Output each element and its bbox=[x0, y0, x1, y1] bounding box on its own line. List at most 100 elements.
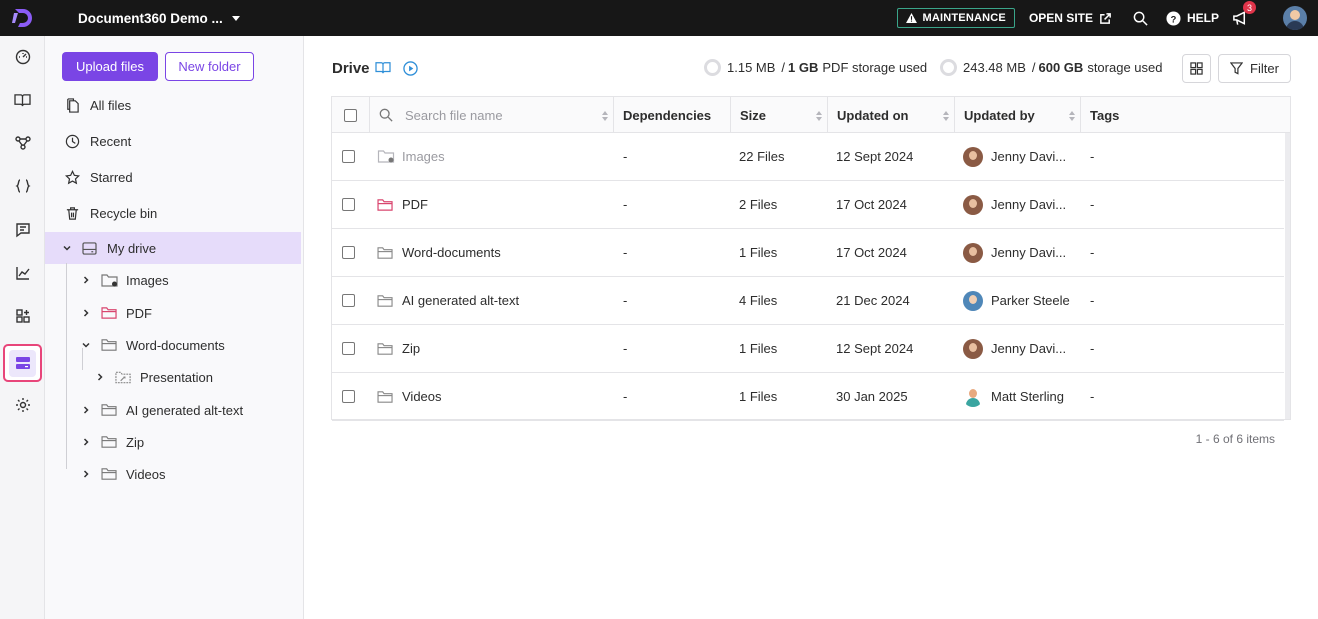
updated-by-name: Matt Sterling bbox=[991, 389, 1064, 404]
size-cell: 1 Files bbox=[739, 245, 778, 260]
code-icon[interactable] bbox=[0, 171, 45, 201]
pdf-folder-icon bbox=[101, 306, 119, 320]
file-name: Zip bbox=[402, 341, 421, 356]
chevron-right-icon[interactable] bbox=[79, 469, 93, 479]
chevron-right-icon[interactable] bbox=[93, 372, 107, 382]
maintenance-button[interactable]: MAINTENANCE bbox=[897, 8, 1015, 28]
top-bar: Document360 Demo ... MAINTENANCE OPEN SI… bbox=[0, 0, 1318, 36]
sort-icon[interactable] bbox=[943, 111, 949, 121]
row-checkbox[interactable] bbox=[342, 246, 355, 259]
user-avatar[interactable] bbox=[1283, 6, 1307, 30]
nav-all-files[interactable]: All files bbox=[65, 95, 131, 115]
external-link-icon bbox=[1100, 12, 1111, 24]
api-docs-icon[interactable] bbox=[0, 128, 45, 158]
tags-cell: - bbox=[1090, 389, 1095, 404]
search-file-input[interactable] bbox=[405, 107, 595, 123]
drive-tree-panel: Upload files New folder All files Recent… bbox=[45, 36, 304, 619]
column-header-label: Updated by bbox=[964, 107, 1035, 123]
row-checkbox[interactable] bbox=[342, 150, 355, 163]
chevron-right-icon[interactable] bbox=[79, 308, 93, 318]
tags-cell: - bbox=[1090, 149, 1095, 164]
nav-all-files-label: All files bbox=[90, 97, 132, 113]
storage-ring-icon bbox=[704, 59, 721, 76]
column-header-updated-by[interactable]: Updated by bbox=[955, 97, 1081, 133]
chevron-right-icon[interactable] bbox=[79, 437, 93, 447]
upload-files-button[interactable]: Upload files bbox=[62, 52, 158, 81]
row-checkbox[interactable] bbox=[342, 198, 355, 211]
tree-item-zip[interactable]: Zip bbox=[79, 429, 144, 455]
column-header-label: Updated on bbox=[837, 107, 909, 123]
chevron-down-icon[interactable] bbox=[79, 340, 93, 350]
updated-by-name: Jenny Davi... bbox=[991, 245, 1067, 260]
open-site-button[interactable]: OPEN SITE bbox=[1029, 11, 1112, 25]
column-header-label: Size bbox=[740, 107, 767, 123]
sort-icon[interactable] bbox=[816, 111, 822, 121]
storage-suffix: storage used bbox=[1087, 60, 1163, 75]
file-name-cell[interactable]: Videos bbox=[377, 373, 442, 420]
folder-icon bbox=[101, 435, 119, 449]
clock-icon bbox=[65, 134, 80, 148]
drive-icon[interactable] bbox=[3, 344, 42, 382]
table-row[interactable]: AI generated alt-text - 4 Files 21 Dec 2… bbox=[332, 277, 1284, 325]
updated-by-cell: Jenny Davi... bbox=[963, 325, 1066, 372]
file-name-cell[interactable]: Zip bbox=[377, 325, 420, 372]
size-cell: 2 Files bbox=[739, 197, 778, 212]
table-row[interactable]: Videos - 1 Files 30 Jan 2025 Matt Sterli… bbox=[332, 373, 1284, 421]
my-drive-label: My drive bbox=[107, 240, 157, 256]
table-row[interactable]: Zip - 1 Files 12 Sept 2024 Jenny Davi...… bbox=[332, 325, 1284, 373]
table-row[interactable]: Images - 22 Files 12 Sept 2024 Jenny Dav… bbox=[332, 133, 1284, 181]
document360-logo[interactable] bbox=[0, 0, 46, 36]
file-name-cell[interactable]: PDF bbox=[377, 181, 428, 228]
play-video-icon[interactable] bbox=[403, 61, 418, 76]
analytics-icon[interactable] bbox=[0, 258, 45, 288]
pdf-storage-used: 1.15 MB bbox=[727, 60, 776, 75]
chevron-right-icon[interactable] bbox=[79, 405, 93, 415]
column-header-updated-on[interactable]: Updated on bbox=[828, 97, 955, 133]
integrations-icon[interactable] bbox=[0, 301, 45, 331]
updated-by-cell: Parker Steele bbox=[963, 277, 1070, 324]
sort-icon[interactable] bbox=[1069, 111, 1075, 121]
nav-starred[interactable]: Starred bbox=[65, 167, 133, 187]
file-name-cell[interactable]: Images bbox=[377, 133, 613, 180]
tree-item-pdf[interactable]: PDF bbox=[79, 300, 152, 326]
project-selector[interactable]: Document360 Demo ... bbox=[78, 11, 240, 26]
filter-button[interactable]: Filter bbox=[1218, 54, 1291, 83]
tree-item-videos[interactable]: Videos bbox=[79, 461, 166, 487]
file-name-cell[interactable]: AI generated alt-text bbox=[377, 277, 519, 324]
avatar bbox=[963, 146, 983, 167]
settings-icon[interactable] bbox=[0, 390, 45, 420]
feedback-icon[interactable] bbox=[0, 215, 45, 245]
tree-item-ai-generated-alt-text[interactable]: AI generated alt-text bbox=[79, 397, 243, 423]
chevron-right-icon[interactable] bbox=[79, 275, 93, 285]
select-all-checkbox[interactable] bbox=[344, 108, 357, 122]
table-row[interactable]: PDF - 2 Files 17 Oct 2024 Jenny Davi... … bbox=[332, 181, 1284, 229]
documentation-icon[interactable] bbox=[0, 85, 45, 115]
tree-item-label: Word-documents bbox=[126, 337, 225, 353]
table-scrollbar[interactable] bbox=[1285, 133, 1290, 419]
dashboard-icon[interactable] bbox=[0, 42, 45, 72]
updated-by-name: Jenny Davi... bbox=[991, 197, 1067, 212]
my-drive-node[interactable]: My drive bbox=[60, 235, 156, 261]
storage-ring-icon bbox=[940, 59, 957, 76]
pdf-storage-total: 1 GB bbox=[788, 60, 819, 75]
tree-item-word-documents[interactable]: Word-documents bbox=[79, 332, 225, 358]
row-checkbox[interactable] bbox=[342, 342, 355, 355]
nav-recent[interactable]: Recent bbox=[65, 131, 131, 151]
help-button[interactable]: ? HELP bbox=[1166, 10, 1219, 26]
chevron-down-icon[interactable] bbox=[60, 243, 74, 253]
book-icon[interactable] bbox=[375, 61, 391, 75]
sort-icon[interactable] bbox=[602, 111, 608, 121]
row-checkbox[interactable] bbox=[342, 390, 355, 403]
row-checkbox[interactable] bbox=[342, 294, 355, 307]
tree-item-images[interactable]: Images bbox=[79, 267, 169, 293]
table-row[interactable]: Word-documents - 1 Files 17 Oct 2024 Jen… bbox=[332, 229, 1284, 277]
trash-icon bbox=[66, 206, 79, 220]
new-folder-button[interactable]: New folder bbox=[165, 52, 254, 81]
column-header-size[interactable]: Size bbox=[731, 97, 828, 133]
file-name-cell[interactable]: Word-documents bbox=[377, 229, 501, 276]
search-icon[interactable] bbox=[1132, 9, 1150, 27]
tree-item-presentation[interactable]: Presentation bbox=[93, 364, 213, 390]
grid-view-button[interactable] bbox=[1182, 54, 1211, 83]
nav-recycle-bin[interactable]: Recycle bin bbox=[65, 203, 157, 223]
announcement-icon[interactable]: 3 bbox=[1231, 1, 1256, 27]
